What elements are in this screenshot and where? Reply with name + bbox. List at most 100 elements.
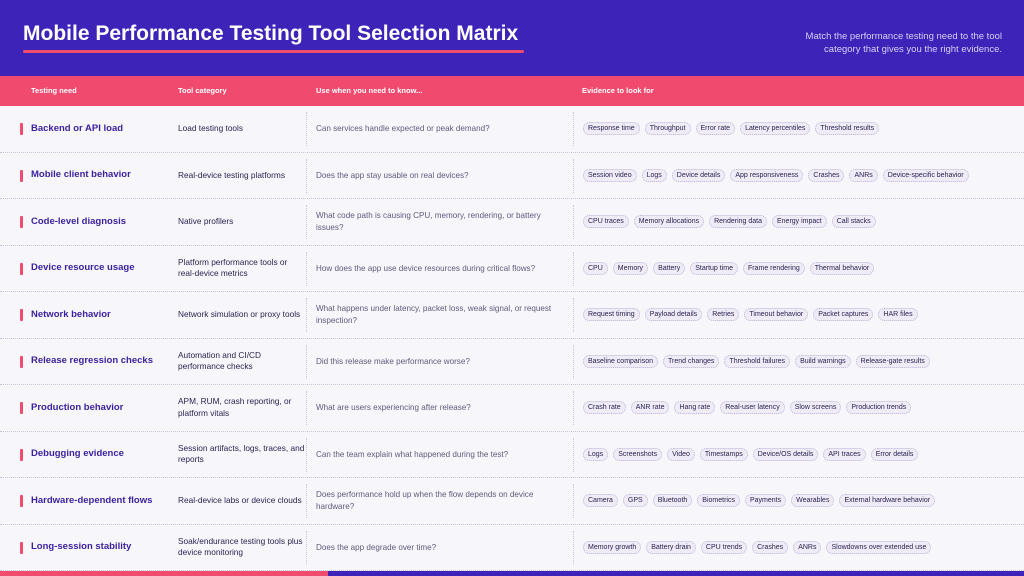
table-row: Debugging evidence Session artifacts, log… (0, 432, 1024, 478)
evidence-tag: Device/OS details (752, 447, 819, 461)
row-accent-marker (20, 216, 23, 228)
evidence-tag: App responsiveness (730, 168, 804, 182)
column-divider (306, 251, 307, 286)
evidence-cell: CPU Memory Battery Startup time Frame render… (583, 246, 1013, 292)
column-divider (573, 112, 574, 146)
tool-category: Automation and CI/CD performance checks (178, 349, 262, 372)
tool-category: Network simulation or proxy tools (178, 309, 301, 319)
evidence-tag: Call stacks (831, 215, 876, 229)
row-accent-marker (20, 262, 23, 275)
column-divider (306, 205, 307, 239)
evidence-tags: CPU Memory Battery Startup time Frame render… (583, 261, 875, 275)
evidence-cell: Baseline comparison Trend changes Threshol… (583, 339, 1013, 385)
evidence-cell: Camera GPS Bluetooth Biometrics Payments Wear… (583, 478, 1013, 524)
column-divider (573, 391, 574, 425)
evidence-tag: Packet captures (813, 308, 874, 322)
matrix-table: Backend or API load Load testing tools Can… (0, 106, 1024, 571)
evidence-tag: ANRs (849, 168, 878, 182)
row-accent-marker (20, 448, 23, 461)
testing-need: Code-level diagnosis (31, 215, 127, 227)
evidence-tag: Error rate (695, 122, 736, 136)
evidence-cell: Memory growth Battery drain CPU trends Cras… (583, 525, 1013, 571)
column-divider (306, 158, 307, 193)
evidence-tag: Bluetooth (652, 494, 693, 508)
testing-need: Debugging evidence (31, 448, 124, 460)
evidence-tag: Rendering data (709, 215, 767, 229)
use-question: Does performance hold up when the flow d… (316, 490, 534, 511)
evidence-tag: Startup time (690, 261, 738, 275)
evidence-tag: Energy impact (771, 215, 827, 229)
evidence-tag: Memory growth (583, 540, 642, 554)
use-question: Did this release make performance worse? (316, 356, 470, 366)
evidence-tag: Hang rate (674, 401, 716, 415)
row-accent-marker (20, 495, 23, 507)
evidence-tag: Battery (653, 261, 686, 275)
evidence-tag: Crashes (808, 168, 845, 182)
evidence-tag: Session video (583, 168, 637, 182)
row-accent-marker (20, 169, 23, 182)
evidence-tag: Frame rendering (743, 261, 805, 275)
evidence-tag: API traces (823, 447, 866, 461)
testing-need: Backend or API load (31, 122, 124, 134)
use-question: What are users experiencing after releas… (316, 403, 471, 412)
evidence-tags: Logs Screenshots Video Timestamps Device/OS … (583, 447, 919, 461)
evidence-tag: Thermal behavior (809, 261, 875, 275)
use-question: What happens under latency, packet loss,… (316, 304, 552, 325)
table-row: Code-level diagnosis Native profilers What… (0, 199, 1024, 246)
column-header-use: Use when you need to know... (316, 86, 423, 95)
row-accent-marker (20, 123, 23, 135)
column-divider (573, 158, 574, 193)
evidence-tag: Threshold failures (724, 354, 791, 368)
evidence-tag: Camera (583, 494, 618, 508)
evidence-tag: Wearables (791, 494, 835, 508)
evidence-tag: Payments (744, 494, 787, 508)
column-divider (573, 437, 574, 472)
evidence-tag: Throughput (644, 122, 691, 136)
column-divider (573, 344, 574, 379)
column-divider (306, 298, 307, 332)
column-divider (573, 530, 574, 565)
table-row: Hardware-dependent flows Real-device labs… (0, 478, 1024, 525)
page-subtitle: Match the performance testing need to th… (805, 31, 1002, 55)
table-row: Backend or API load Load testing tools Can… (0, 106, 1024, 153)
column-divider (306, 484, 307, 518)
use-question: What code path is causing CPU, memory, r… (316, 211, 541, 232)
column-divider (573, 205, 574, 239)
table-row: Network behavior Network simulation or pr… (0, 292, 1024, 339)
evidence-tag: External hardware behavior (839, 494, 936, 508)
use-question: Does the app degrade over time? (316, 542, 437, 552)
evidence-tag: Crash rate (583, 401, 626, 415)
evidence-tag: Baseline comparison (583, 354, 658, 368)
column-header-evidence: Evidence to look for (582, 86, 654, 95)
evidence-tag: Request timing (583, 308, 640, 322)
footer-bar-accent (0, 571, 328, 576)
evidence-tag: Response time (583, 122, 640, 136)
evidence-tags: Session video Logs Device details App respo… (583, 168, 969, 182)
testing-need: Device resource usage (31, 262, 135, 274)
column-header-category: Tool category (178, 86, 227, 95)
column-divider (306, 112, 307, 146)
evidence-tag: CPU traces (583, 215, 629, 229)
evidence-cell: Logs Screenshots Video Timestamps Device/OS … (583, 432, 1013, 478)
evidence-tag: Logs (583, 447, 609, 461)
row-accent-marker (20, 309, 23, 321)
evidence-tag: Release-gate results (855, 354, 930, 368)
column-divider (573, 251, 574, 286)
evidence-cell: Request timing Payload details Retries Time… (583, 292, 1013, 338)
use-question: Can the team explain what happened durin… (316, 449, 509, 459)
evidence-tags: Memory growth Battery drain CPU trends Cras… (583, 540, 932, 554)
evidence-tags: Camera GPS Bluetooth Biometrics Payments Wear… (583, 494, 936, 508)
header-banner: Mobile Performance Testing Tool Selectio… (0, 0, 1024, 76)
evidence-tag: ANR rate (630, 401, 670, 415)
evidence-tags: Baseline comparison Trend changes Threshol… (583, 354, 930, 368)
testing-need: Production behavior (31, 401, 124, 413)
footer-bar-primary (328, 571, 1024, 576)
evidence-tag: Build warnings (795, 354, 851, 368)
evidence-tag: Device details (671, 168, 726, 182)
evidence-tag: Video (667, 447, 695, 461)
evidence-tag: GPS (622, 494, 648, 508)
table-row: Production behavior APM, RUM, crash repor… (0, 385, 1024, 432)
evidence-tags: Crash rate ANR rate Hang rate Real-user lat… (583, 401, 912, 415)
evidence-tag: Logs (641, 168, 667, 182)
column-divider (306, 437, 307, 472)
